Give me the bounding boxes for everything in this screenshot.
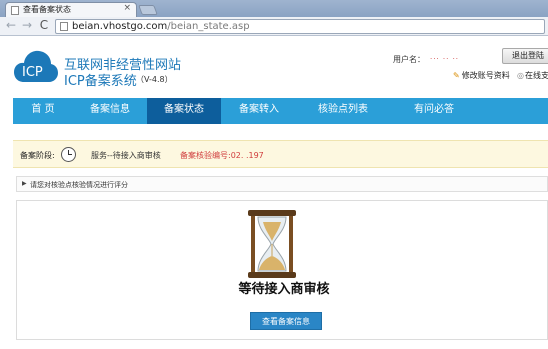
stage-label: 备案阶段:	[20, 151, 55, 160]
browser-tabstrip: 查看备案状态 ×	[0, 0, 548, 17]
pencil-icon: ✎	[453, 71, 460, 80]
url-host: beian.vhostgo.com	[72, 21, 168, 32]
online-support-label: 在线支	[524, 71, 548, 80]
verification-code: 备案核验编号:02. .197	[180, 151, 264, 160]
evaluation-bar[interactable]: ▶ 请您对核验点核验情况进行评分	[16, 176, 548, 192]
stage-bar: 备案阶段: 服务--待接入商审核 备案核验编号:02. .197	[13, 140, 548, 168]
stage-status: 服务--待接入商审核	[91, 151, 161, 160]
evaluation-link[interactable]: 请您对核验点核验情况进行评分	[30, 180, 128, 190]
tab-title: 查看备案状态	[23, 5, 71, 14]
url-text[interactable]: beian.vhostgo.com/beian_state.asp	[72, 21, 250, 32]
user-label: 用户名：	[393, 55, 425, 64]
clock-icon	[61, 147, 76, 162]
address-bar[interactable]: beian.vhostgo.com/beian_state.asp	[55, 19, 545, 34]
hourglass-icon	[248, 210, 296, 278]
nav-item-verification-points[interactable]: 核验点列表	[297, 98, 389, 124]
nav-item-record-info[interactable]: 备案信息	[73, 98, 147, 124]
browser-toolbar: ← → C beian.vhostgo.com/beian_state.asp	[0, 17, 548, 36]
nav-item-record-transfer[interactable]: 备案转入	[221, 98, 297, 124]
support-icon: ◎	[517, 71, 524, 80]
main-nav: 首 页 备案信息 备案状态 备案转入 核验点列表 有问必答	[13, 98, 548, 124]
reload-icon[interactable]: C	[37, 19, 51, 33]
edit-profile-link[interactable]: ✎ 修改账号资料	[453, 70, 510, 81]
close-icon[interactable]: ×	[123, 3, 131, 13]
view-record-info-button[interactable]: 查看备案信息	[250, 312, 322, 330]
nav-item-home[interactable]: 首 页	[13, 98, 73, 124]
logout-button[interactable]: 退出登陆	[502, 48, 548, 64]
page-icon	[11, 6, 19, 15]
new-tab-button[interactable]	[138, 5, 158, 15]
page-icon	[60, 22, 68, 31]
logo-text: ICP	[22, 65, 43, 80]
online-support-link[interactable]: ◎在线支	[517, 70, 548, 81]
forward-arrow-icon[interactable]: →	[20, 19, 34, 33]
back-arrow-icon[interactable]: ←	[4, 19, 18, 33]
browser-tab[interactable]: 查看备案状态 ×	[5, 2, 137, 17]
nav-item-record-status[interactable]: 备案状态	[147, 98, 221, 124]
triangle-right-icon: ▶	[22, 180, 27, 187]
edit-profile-label: 修改账号资料	[461, 71, 510, 80]
url-path: /beian_state.asp	[167, 21, 250, 32]
user-name: ··· ·· ··	[430, 55, 460, 63]
site-header: ICP 互联网非经营性网站 ICP备案系统 （V-4.8） 用户名： ··· ·…	[0, 36, 548, 98]
nav-item-faq[interactable]: 有问必答	[389, 98, 479, 124]
version-label: （V-4.8）	[136, 75, 173, 84]
waiting-status-title: 等待接入商审核	[238, 282, 330, 297]
site-subtitle: ICP备案系统	[64, 74, 137, 89]
